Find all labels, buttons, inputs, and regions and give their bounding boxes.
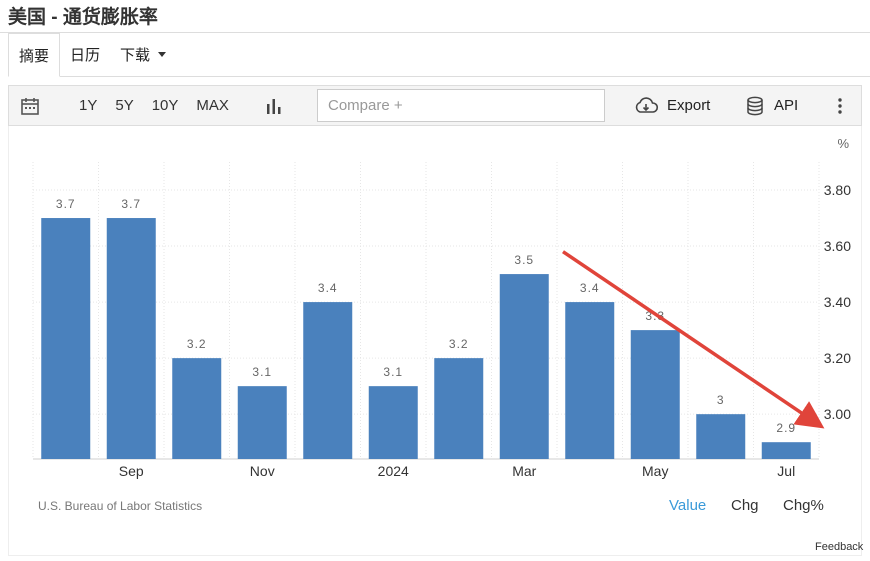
x-tick-label: Jul [777,463,795,479]
data-label: 3 [717,393,725,407]
database-icon [746,96,764,116]
x-tick-label: 2024 [378,463,409,479]
tab-download-label: 下载 [120,47,151,64]
bar-chart: 3.73.73.23.13.43.13.23.53.43.332.9 SepNo… [32,136,851,479]
data-label: 3.5 [514,253,534,267]
x-tick-label: May [642,463,668,479]
data-label: 3.7 [121,197,141,211]
bar-apr[interactable] [565,302,615,459]
x-tick-label: Sep [119,463,144,479]
data-label: 3.1 [252,365,272,379]
y-unit-label: % [837,136,849,151]
range-max[interactable]: MAX [196,97,229,114]
chart-area: 3.73.73.23.13.43.13.23.53.43.332.9 SepNo… [8,126,862,556]
export-button[interactable]: Export [633,86,710,125]
tab-download[interactable]: 下载 [110,33,176,76]
page: 美国 - 通货膨胀率 摘要 日历 下载 1Y 5Y 10Y MAX Compar… [0,0,870,561]
compare-input[interactable]: Compare + [317,89,605,122]
data-label: 3.2 [449,337,469,351]
bar-2024[interactable] [368,386,418,459]
bar-feb[interactable] [434,358,484,459]
x-tick-label: Mar [512,463,536,479]
bar-mar[interactable] [499,274,549,459]
bar-jul[interactable] [761,442,811,459]
x-tick-label: Nov [250,463,275,479]
y-tick-label: 3.00 [824,406,851,422]
data-label: 3.4 [580,281,600,295]
mode-chg-pct-button[interactable]: Chg% [783,497,824,514]
bar-jun[interactable] [696,414,746,459]
api-button[interactable]: API [746,86,798,125]
page-title: 美国 - 通货膨胀率 [8,7,158,28]
compare-placeholder: Compare + [328,97,403,114]
range-5y[interactable]: 5Y [115,97,133,114]
range-1y[interactable]: 1Y [79,97,97,114]
y-tick-label: 3.40 [824,294,851,310]
data-source: U.S. Bureau of Labor Statistics [38,499,203,513]
bar-may[interactable] [630,330,680,459]
y-tick-label: 3.20 [824,350,851,366]
data-label: 3.7 [56,197,76,211]
tab-summary-label: 摘要 [19,47,50,65]
data-label: 3.1 [383,365,403,379]
bar-aug[interactable] [41,218,91,459]
cloud-download-icon [633,96,659,115]
calendar-icon[interactable] [19,95,41,117]
tab-summary[interactable]: 摘要 [8,33,61,77]
range-10y[interactable]: 10Y [152,97,179,114]
tab-calendar[interactable]: 日历 [60,33,110,76]
caret-down-icon [158,52,167,57]
api-label: API [774,97,799,114]
feedback-link[interactable]: Feedback [815,541,863,553]
y-tick-label: 3.60 [824,238,851,254]
data-label: 3.4 [318,281,338,295]
data-label: 3.2 [187,337,207,351]
bar-sep[interactable] [106,218,156,459]
data-label: 2.9 [776,421,796,435]
mode-chg-button[interactable]: Chg [731,497,759,514]
more-vertical-icon[interactable] [835,96,845,116]
tab-bar: 摘要 日历 下载 [8,33,870,77]
y-tick-label: 3.80 [824,182,851,198]
chart-toolbar: 1Y 5Y 10Y MAX Compare + Export API [8,85,862,126]
bar-oct[interactable] [172,358,222,459]
export-label: Export [667,97,711,114]
mode-value-button[interactable]: Value [669,497,706,514]
bar-nov[interactable] [237,386,287,459]
range-selector: 1Y 5Y 10Y MAX [79,97,247,114]
bar-dec[interactable] [303,302,353,459]
tab-calendar-label: 日历 [70,47,101,64]
bar-chart-icon[interactable] [264,96,284,116]
